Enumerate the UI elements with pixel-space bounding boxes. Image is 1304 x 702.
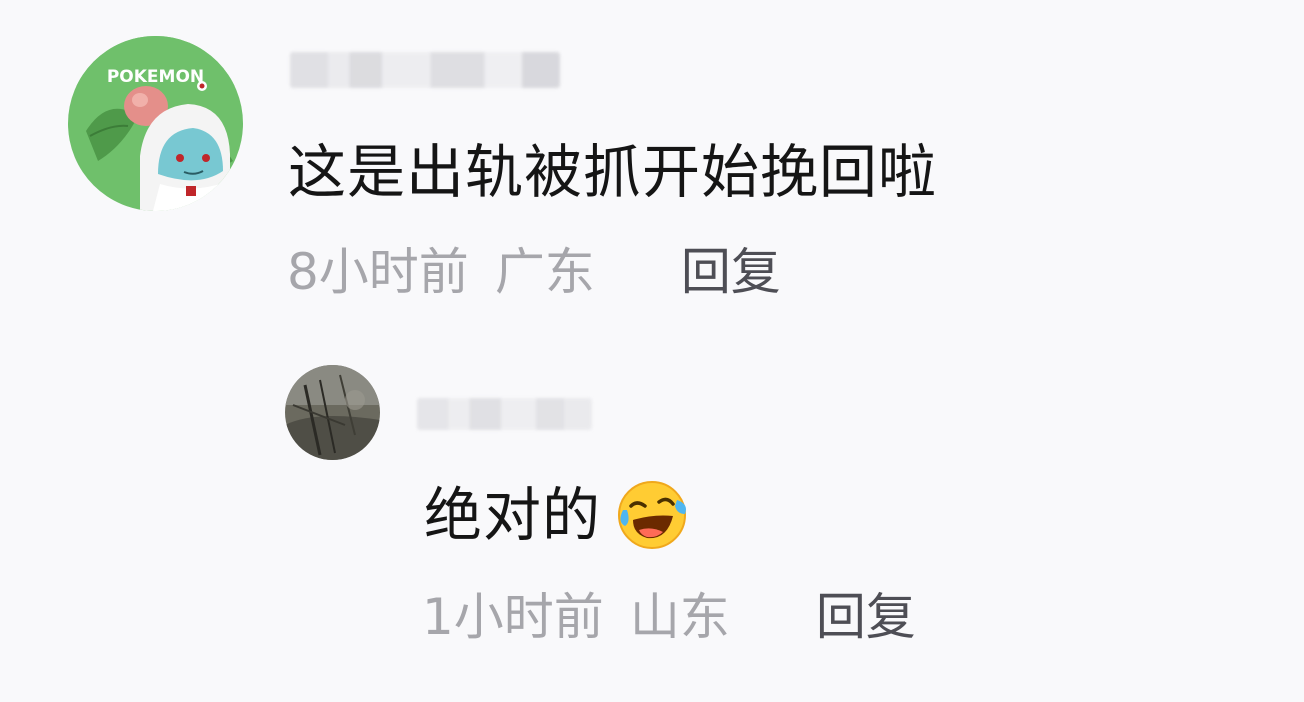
reply-username-blurred[interactable] [417,398,592,430]
pokemon-avatar-image: POKEMON [68,36,243,211]
reply-to-reply-button[interactable]: 回复 [816,585,916,649]
comment-thread: POKEMON 这是出轨被抓开始挽回啦 8小时前 广东 回复 绝对的 1小时前 … [0,0,1304,702]
reply-meta: 1小时前 山东 回复 [422,585,916,649]
reply-button[interactable]: 回复 [681,240,781,304]
reply-text-row: 绝对的 [424,475,689,555]
comment-meta: 8小时前 广东 回复 [287,240,781,304]
reply-time: 1小时前 [422,588,604,646]
comment-location: 广东 [494,243,595,301]
avatar[interactable]: POKEMON [68,36,243,211]
comment-text: 这是出轨被抓开始挽回啦 [288,138,938,206]
nature-avatar-image [285,365,380,460]
username-blurred[interactable] [290,52,560,88]
comment-time: 8小时前 [287,243,469,301]
reply-location: 山东 [629,588,730,646]
reply-text: 绝对的 [424,481,602,549]
pokemon-logo-text: POKEMON [107,67,204,87]
crying-laughing-emoji-icon [615,478,689,552]
reply-avatar[interactable] [285,365,380,460]
